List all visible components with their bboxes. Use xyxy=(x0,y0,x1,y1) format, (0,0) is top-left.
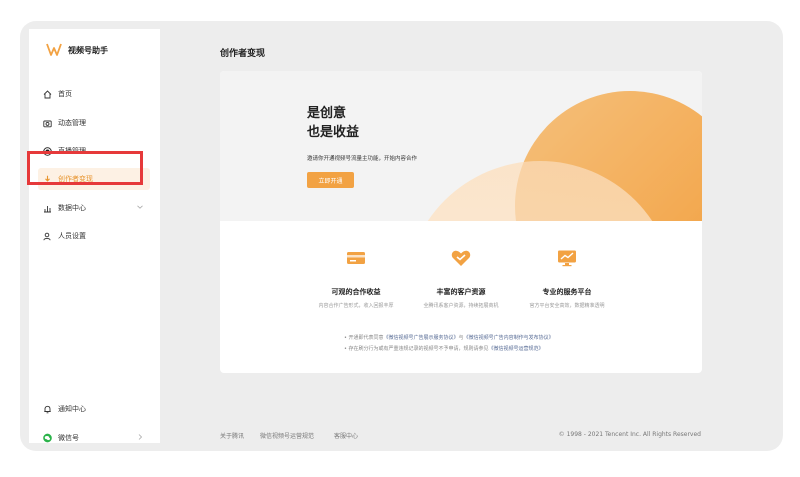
sidebar-item-live[interactable]: 直播管理 xyxy=(38,140,150,162)
chevron-down-icon xyxy=(137,205,143,209)
footer-rules-link[interactable]: 微信视频号运营规范 xyxy=(260,431,314,440)
agreement-line: • 开通即代表同意《微信视频号广告展示服务协议》与《微信视频号广告内容制作与发布… xyxy=(344,333,554,344)
feature-item: 专业的服务平台 官方平台安全高效，数据精准透明 xyxy=(497,249,637,309)
agreement-notes: • 开通即代表同意《微信视频号广告展示服务协议》与《微信视频号广告内容制作与发布… xyxy=(344,333,554,355)
rules-line: • 存在刷分行为或有严重违规记录的视频号不予申请，规则请参见《微信视频号运营规范… xyxy=(344,344,554,355)
sidebar-item-label: 人员设置 xyxy=(58,232,86,240)
wechat-icon xyxy=(43,433,52,443)
sidebar-item-posts[interactable]: 动态管理 xyxy=(38,112,150,134)
footer-about-link[interactable]: 关于腾讯 xyxy=(220,431,244,440)
money-icon xyxy=(43,175,52,184)
handshake-icon xyxy=(451,250,471,266)
sidebar-item-label: 创作者变现 xyxy=(58,175,93,183)
hero-subtitle: 邀请你开通视频号流量主功能，开始内容合作 xyxy=(307,156,418,162)
sidebar-item-label: 通知中心 xyxy=(58,405,86,413)
monetization-card: 是创意 也是收益 邀请你开通视频号流量主功能，开始内容合作 立即开通 可观的合作… xyxy=(220,71,702,373)
sidebar-item-label: 微信号 xyxy=(58,434,79,442)
sidebar: 视频号助手 首页 动态管理 直播管理 创作者变现 数据中心 人员设置 通知中心 … xyxy=(29,29,160,443)
agreement-text: • 开通即代表同意 xyxy=(344,335,384,341)
monitor-chart-icon xyxy=(558,250,576,267)
operation-rules-link[interactable]: 《微信视频号运营规范》 xyxy=(489,346,544,352)
sidebar-item-data-center[interactable]: 数据中心 xyxy=(38,197,150,219)
feature-title: 专业的服务平台 xyxy=(542,288,592,296)
camera-icon xyxy=(43,119,52,128)
hero-decoration xyxy=(427,91,702,221)
feature-list: 可观的合作收益 内容合作广告形式，收入回报丰厚 丰富的客户资源 全腾讯系客户资源… xyxy=(220,249,702,319)
page-title: 创作者变现 xyxy=(220,49,266,59)
sidebar-item-label: 首页 xyxy=(58,90,72,98)
hero-title-line1: 是创意 xyxy=(307,106,347,121)
user-icon xyxy=(43,232,52,241)
feature-desc: 官方平台安全高效，数据精准透明 xyxy=(529,303,605,309)
rules-text: • 存在刷分行为或有严重违规记录的视频号不予申请，规则请参见 xyxy=(344,346,489,352)
sidebar-item-creator-monetization[interactable]: 创作者变现 xyxy=(38,168,150,190)
sidebar-item-label: 数据中心 xyxy=(58,204,86,212)
home-icon xyxy=(43,89,52,99)
ad-content-agreement-link[interactable]: 《微信视频号广告内容制作与发布协议》 xyxy=(464,335,554,341)
card-icon xyxy=(347,252,365,264)
sidebar-item-label: 直播管理 xyxy=(58,147,86,155)
footer-support-link[interactable]: 客服中心 xyxy=(334,431,358,440)
ad-display-agreement-link[interactable]: 《微信视频号广告展示服务协议》 xyxy=(384,335,459,341)
bar-chart-icon xyxy=(43,204,52,213)
sidebar-item-label: 动态管理 xyxy=(58,119,86,127)
sidebar-item-members[interactable]: 人员设置 xyxy=(38,225,150,247)
live-icon xyxy=(43,146,52,156)
sidebar-item-account[interactable]: 微信号 xyxy=(38,427,150,449)
activate-button[interactable]: 立即开通 xyxy=(307,172,354,188)
bell-icon xyxy=(43,405,52,414)
hero-title: 是创意 也是收益 xyxy=(307,104,359,142)
brand: 视频号助手 xyxy=(46,43,108,57)
brand-logo-icon xyxy=(46,43,62,56)
copyright: © 1998 - 2021 Tencent Inc. All Rights Re… xyxy=(558,431,701,438)
app-window: 视频号助手 首页 动态管理 直播管理 创作者变现 数据中心 人员设置 通知中心 … xyxy=(20,21,783,451)
hero-banner: 是创意 也是收益 邀请你开通视频号流量主功能，开始内容合作 立即开通 xyxy=(220,71,702,221)
sidebar-item-notifications[interactable]: 通知中心 xyxy=(38,398,150,420)
hero-title-line2: 也是收益 xyxy=(307,125,360,140)
app-title: 视频号助手 xyxy=(68,45,108,55)
sidebar-item-home[interactable]: 首页 xyxy=(38,83,150,105)
chevron-right-icon xyxy=(138,434,143,440)
